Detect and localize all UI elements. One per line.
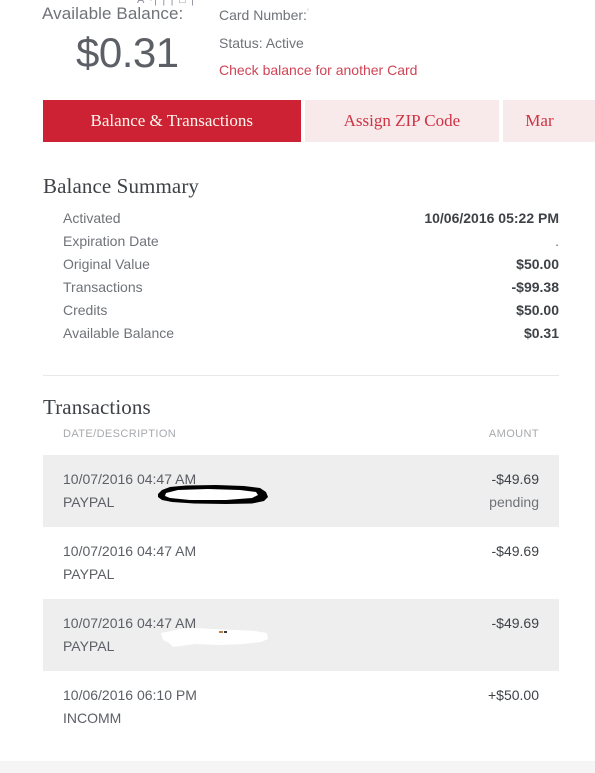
transaction-description: PAYPAL <box>63 566 115 582</box>
column-header-amount: AMOUNT <box>488 428 539 440</box>
transaction-description-cell: 10/06/2016 06:10 PM INCOMM <box>63 684 197 730</box>
summary-label: Activated <box>63 210 121 226</box>
table-row[interactable]: 10/07/2016 04:47 AM PAYPAL -$49.69 <box>43 599 559 671</box>
transaction-description: INCOMM <box>63 710 122 726</box>
summary-label: Original Value <box>63 256 150 272</box>
summary-value: $50.00 <box>516 256 559 272</box>
summary-label: Available Balance <box>63 325 175 341</box>
transaction-status: pending <box>489 494 539 510</box>
transactions-title: Transactions <box>43 395 151 419</box>
summary-row-expiration-date: Expiration Date . <box>63 233 559 256</box>
transactions-table-header: DATE/DESCRIPTION AMOUNT <box>43 428 559 455</box>
tab-bar: Balance & Transactions Assign ZIP Code M… <box>43 100 595 142</box>
transaction-description-cell: 10/07/2016 04:47 AM PAYPAL <box>63 540 196 586</box>
card-number-label: Card Number: <box>219 7 307 23</box>
summary-label: Transactions <box>63 279 143 295</box>
transaction-date: 10/07/2016 04:47 AM <box>63 615 197 631</box>
transactions-table: DATE/DESCRIPTION AMOUNT 10/07/2016 04:47… <box>43 428 559 743</box>
footer-band <box>0 761 595 773</box>
table-row[interactable]: 10/07/2016 04:47 AM PAYPAL -$49.69 <box>43 527 559 599</box>
summary-row-transactions: Transactions -$99.38 <box>63 279 559 302</box>
tab-manage-card[interactable]: Mar <box>503 100 595 142</box>
transaction-amount: -$49.69 <box>491 543 539 559</box>
transaction-description: PAYPAL <box>63 494 115 510</box>
tab-balance-transactions[interactable]: Balance & Transactions <box>43 100 301 142</box>
summary-row-activated: Activated 10/06/2016 05:22 PM <box>63 210 559 233</box>
transaction-description-cell: 10/07/2016 04:47 AM PAYPAL <box>63 612 196 658</box>
summary-value: $0.31 <box>523 325 559 341</box>
tab-assign-zip-code[interactable]: Assign ZIP Code <box>304 100 500 142</box>
transaction-description-cell: 10/07/2016 04:47 AM PAYPAL <box>63 468 196 514</box>
transaction-amount: -$49.69 <box>491 615 539 631</box>
transaction-amount-cell: -$49.69 <box>492 540 539 586</box>
available-balance-amount: $0.31 <box>76 29 179 76</box>
table-row[interactable]: 10/07/2016 04:47 AM PAYPAL -$49.69 pendi… <box>43 455 559 527</box>
card-balance-page: A ·| | | □ | Available Balance: $0.31 Ca… <box>0 0 595 773</box>
transaction-date: 10/06/2016 06:10 PM <box>63 687 197 703</box>
summary-label: Expiration Date <box>63 233 159 249</box>
summary-value: $50.00 <box>516 302 559 318</box>
tab-manage-card-label: Mar <box>525 111 554 130</box>
summary-value: . <box>555 233 559 249</box>
transaction-amount: -$49.69 <box>491 471 539 487</box>
card-number-row: Card Number:' <box>219 7 309 23</box>
card-number-value: ' <box>306 7 310 19</box>
transaction-amount-cell: -$49.69 pending <box>489 468 539 514</box>
check-another-card-link[interactable]: Check balance for another Card <box>219 62 417 78</box>
card-status: Status: Active <box>219 35 304 51</box>
tab-assign-zip-code-label: Assign ZIP Code <box>343 111 461 130</box>
transaction-amount-cell: -$49.69 <box>492 612 539 658</box>
summary-row-credits: Credits $50.00 <box>63 302 559 325</box>
card-header: Available Balance: $0.31 Card Number:' S… <box>0 4 595 96</box>
available-balance-label: Available Balance: <box>42 4 184 23</box>
transaction-amount: +$50.00 <box>488 687 539 703</box>
table-row[interactable]: 10/06/2016 06:10 PM INCOMM +$50.00 <box>43 671 559 743</box>
tab-balance-transactions-label: Balance & Transactions <box>90 111 253 130</box>
summary-value: -$99.38 <box>511 279 559 295</box>
balance-summary-list: Activated 10/06/2016 05:22 PM Expiration… <box>63 210 559 348</box>
transaction-description: PAYPAL <box>63 638 115 654</box>
balance-summary-title: Balance Summary <box>43 174 200 198</box>
transaction-amount-cell: +$50.00 <box>488 684 539 730</box>
summary-row-original-value: Original Value $50.00 <box>63 256 559 279</box>
summary-row-available-balance: Available Balance $0.31 <box>63 325 559 348</box>
transaction-date: 10/07/2016 04:47 AM <box>63 471 197 487</box>
column-header-date-description: DATE/DESCRIPTION <box>63 428 177 440</box>
summary-value: 10/06/2016 05:22 PM <box>424 210 559 226</box>
section-divider <box>43 375 559 376</box>
summary-label: Credits <box>63 302 108 318</box>
transaction-date: 10/07/2016 04:47 AM <box>63 543 197 559</box>
